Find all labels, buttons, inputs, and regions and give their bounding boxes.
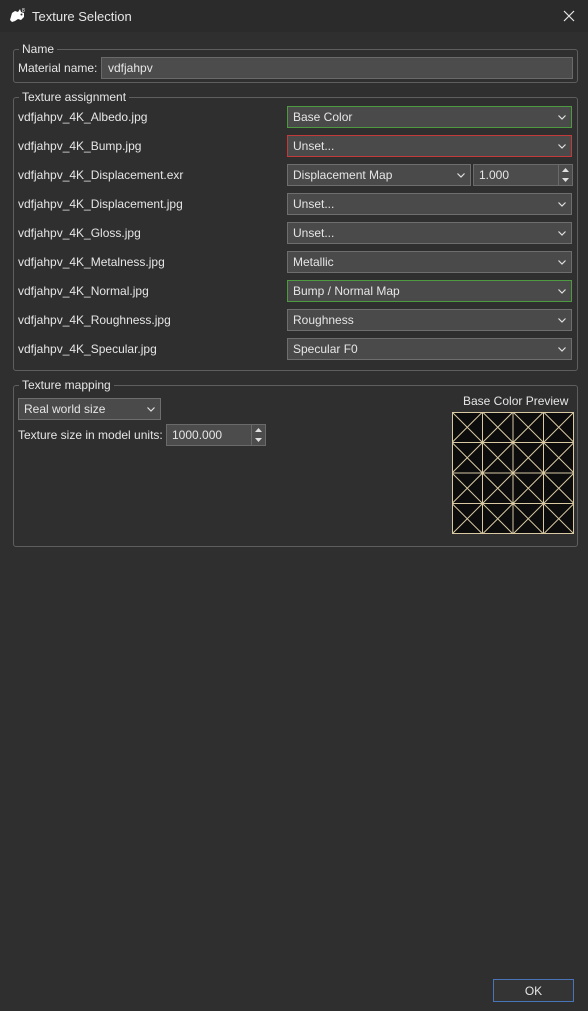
- channel-value: Displacement Map: [293, 168, 393, 182]
- size-mode-dropdown[interactable]: Real world size: [18, 398, 161, 420]
- texture-file-label: vdfjahpv_4K_Displacement.exr: [18, 168, 184, 182]
- preview-pattern: [451, 411, 575, 535]
- close-button[interactable]: [556, 3, 582, 29]
- material-name-input[interactable]: vdfjahpv: [101, 57, 573, 79]
- spin-buttons: [251, 425, 265, 445]
- channel-value: Specular F0: [293, 342, 358, 356]
- spin-down-icon[interactable]: [559, 175, 572, 185]
- displacement-amount-value: 1.000: [479, 168, 510, 182]
- close-icon: [563, 10, 575, 22]
- channel-value: Base Color: [293, 110, 353, 124]
- texture-file-label: vdfjahpv_4K_Metalness.jpg: [18, 255, 165, 269]
- chevron-down-icon: [456, 165, 466, 185]
- chevron-down-icon: [557, 107, 567, 127]
- texture-file-label: vdfjahpv_4K_Specular.jpg: [18, 342, 157, 356]
- chevron-down-icon: [557, 136, 567, 156]
- chevron-down-icon: [557, 252, 567, 272]
- texture-size-value: 1000.000: [172, 428, 223, 442]
- channel-value: Unset...: [293, 197, 335, 211]
- name-group-legend: Name: [22, 42, 55, 56]
- chevron-down-icon: [557, 310, 567, 330]
- spin-up-icon[interactable]: [559, 165, 572, 175]
- channel-dropdown[interactable]: Displacement Map: [287, 164, 471, 186]
- channel-value: Bump / Normal Map: [293, 284, 400, 298]
- texture-file-label: vdfjahpv_4K_Albedo.jpg: [18, 110, 148, 124]
- texture-file-label: vdfjahpv_4K_Normal.jpg: [18, 284, 149, 298]
- channel-value: Metallic: [293, 255, 334, 269]
- chevron-down-icon: [557, 223, 567, 243]
- channel-dropdown[interactable]: Roughness: [287, 309, 572, 331]
- channel-value: Unset...: [293, 139, 335, 153]
- material-name-label: Material name:: [18, 61, 98, 75]
- ok-button[interactable]: OK: [493, 979, 574, 1002]
- texture-file-label: vdfjahpv_4K_Displacement.jpg: [18, 197, 183, 211]
- spin-down-icon[interactable]: [252, 435, 265, 445]
- channel-dropdown[interactable]: Unset...: [287, 222, 572, 244]
- channel-dropdown[interactable]: Unset...: [287, 135, 572, 157]
- chevron-down-icon: [557, 339, 567, 359]
- texture-assignment-legend: Texture assignment: [22, 90, 127, 104]
- displacement-amount-input[interactable]: 1.000: [473, 164, 573, 186]
- channel-dropdown[interactable]: Unset...: [287, 193, 572, 215]
- channel-dropdown[interactable]: Base Color: [287, 106, 572, 128]
- texture-file-label: vdfjahpv_4K_Roughness.jpg: [18, 313, 171, 327]
- texture-size-label: Texture size in model units:: [18, 428, 163, 442]
- svg-text:8: 8: [22, 8, 25, 14]
- channel-dropdown[interactable]: Metallic: [287, 251, 572, 273]
- chevron-down-icon: [146, 399, 156, 419]
- spin-up-icon[interactable]: [252, 425, 265, 435]
- window-title: Texture Selection: [32, 9, 132, 24]
- channel-dropdown[interactable]: Specular F0: [287, 338, 572, 360]
- channel-value: Roughness: [293, 313, 354, 327]
- texture-mapping-legend: Texture mapping: [22, 378, 111, 392]
- texture-file-label: vdfjahpv_4K_Gloss.jpg: [18, 226, 141, 240]
- title-bar: 8 Texture Selection: [0, 0, 588, 32]
- channel-dropdown[interactable]: Bump / Normal Map: [287, 280, 572, 302]
- rhino-icon: 8: [10, 8, 25, 22]
- spin-buttons: [558, 165, 572, 185]
- channel-value: Unset...: [293, 226, 335, 240]
- preview-title: Base Color Preview: [463, 394, 569, 408]
- texture-size-input[interactable]: 1000.000: [166, 424, 266, 446]
- texture-file-label: vdfjahpv_4K_Bump.jpg: [18, 139, 142, 153]
- base-color-preview: [451, 411, 575, 535]
- size-mode-value: Real world size: [24, 402, 106, 416]
- chevron-down-icon: [557, 194, 567, 214]
- chevron-down-icon: [557, 281, 567, 301]
